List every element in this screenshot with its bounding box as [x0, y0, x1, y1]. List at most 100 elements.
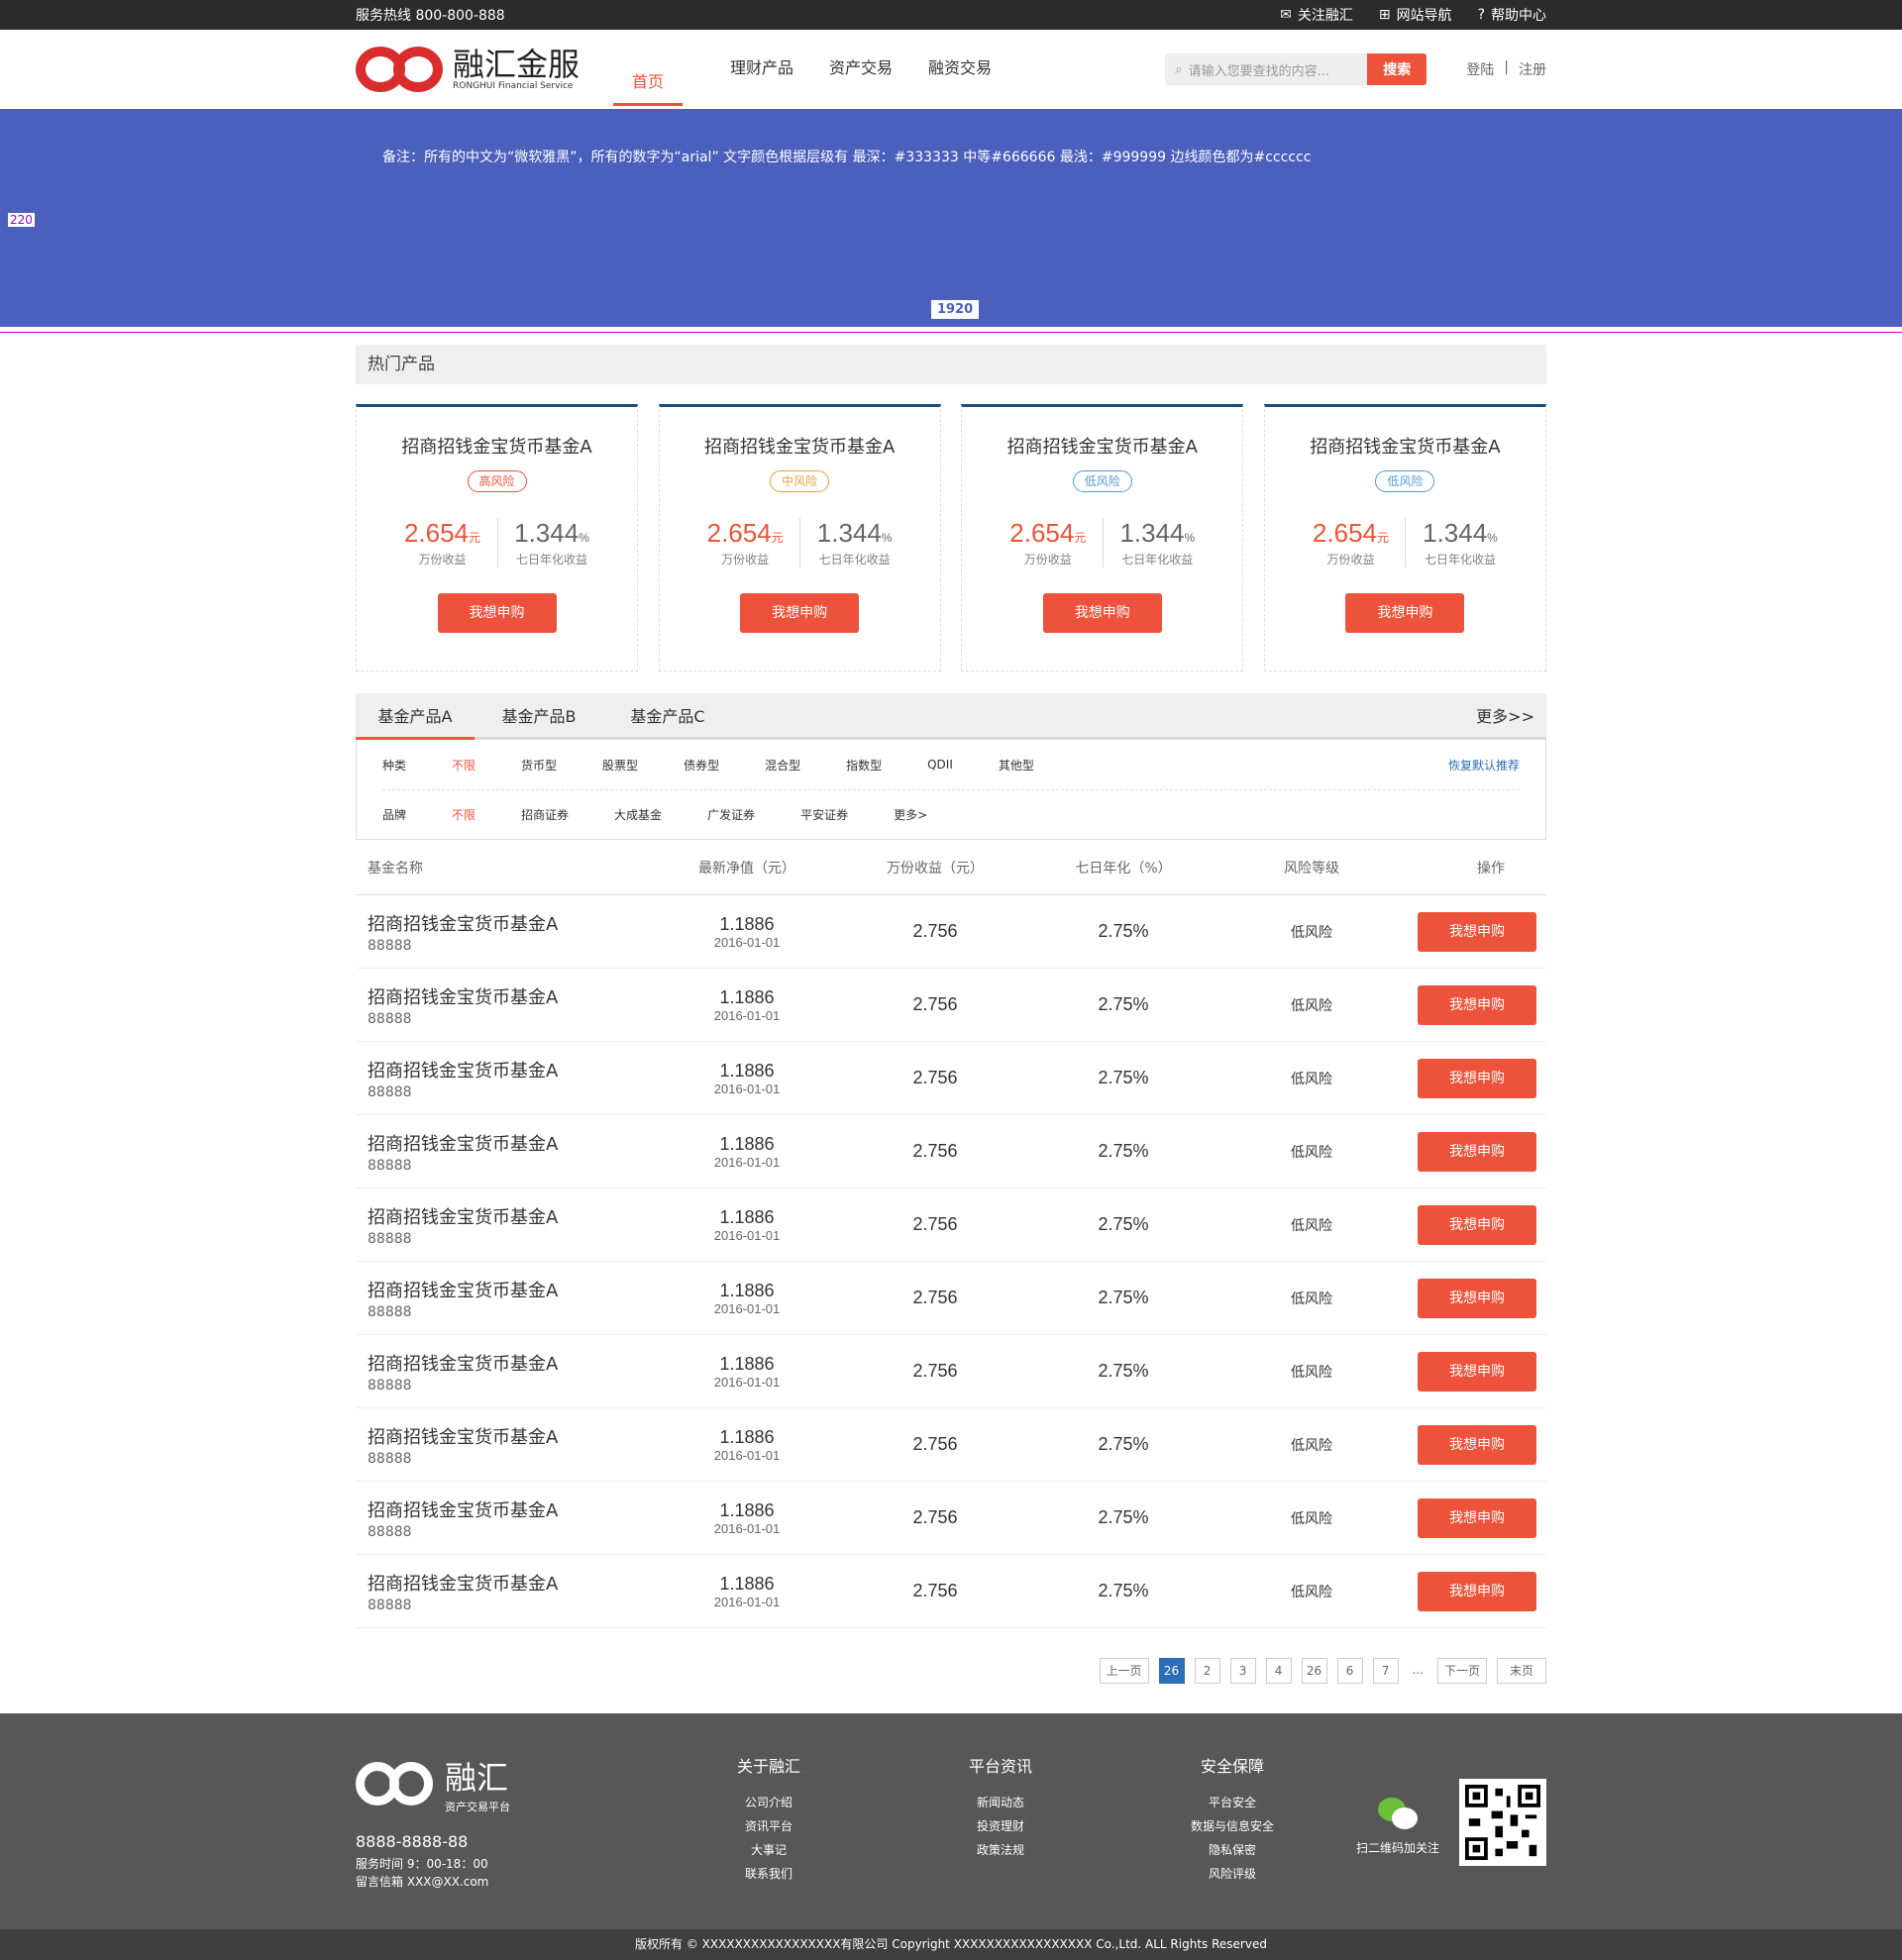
- fund-nav: 1.1886: [719, 1060, 775, 1081]
- fund-code: 88888: [368, 1157, 412, 1174]
- filter-option[interactable]: 更多>: [894, 806, 927, 823]
- fund-nav: 1.1886: [719, 1499, 775, 1520]
- fund-name[interactable]: 招商招钱金宝货币基金A: [368, 910, 653, 936]
- filter-option[interactable]: 招商证券: [521, 806, 569, 823]
- fund-name[interactable]: 招商招钱金宝货币基金A: [368, 1423, 653, 1449]
- fund-name[interactable]: 招商招钱金宝货币基金A: [368, 1130, 653, 1156]
- buy-button[interactable]: 我想申购: [740, 593, 860, 633]
- fund-name[interactable]: 招商招钱金宝货币基金A: [368, 1277, 653, 1302]
- buy-button[interactable]: 我想申购: [1418, 1131, 1536, 1172]
- follow-link[interactable]: ✉ 关注融汇: [1280, 5, 1353, 25]
- footer-link[interactable]: 风险评级: [1116, 1862, 1348, 1886]
- footer-link[interactable]: 大事记: [653, 1838, 885, 1862]
- page-number[interactable]: 26: [1158, 1658, 1185, 1684]
- footer-link[interactable]: 数据与信息安全: [1116, 1814, 1348, 1838]
- buy-button[interactable]: 我想申购: [1418, 984, 1536, 1025]
- filter-option[interactable]: 不限: [452, 757, 476, 774]
- search-button[interactable]: 搜索: [1367, 53, 1427, 85]
- fund-name[interactable]: 招商招钱金宝货币基金A: [368, 1057, 653, 1083]
- page-number[interactable]: 4: [1265, 1658, 1292, 1684]
- filter-option[interactable]: 股票型: [602, 757, 638, 774]
- buy-button[interactable]: 我想申购: [437, 593, 557, 633]
- footer-link[interactable]: 隐私保密: [1116, 1838, 1348, 1862]
- page-number[interactable]: 7: [1372, 1658, 1399, 1684]
- wechat-icon: [1377, 1798, 1418, 1833]
- filter-option[interactable]: 债券型: [684, 757, 719, 774]
- filter-option[interactable]: 不限: [452, 806, 476, 823]
- fund-risk: 低风险: [1291, 997, 1332, 1014]
- page-number[interactable]: 3: [1229, 1658, 1256, 1684]
- filter-option[interactable]: 广发证券: [707, 806, 755, 823]
- filter-option[interactable]: QDII: [927, 758, 953, 772]
- logo[interactable]: 融汇金服 RONGHUI Financial Service: [356, 45, 613, 94]
- footer-col-security: 安全保障 平台安全 数据与信息安全 隐私保密 风险评级: [1116, 1753, 1348, 1891]
- footer-link[interactable]: 平台安全: [1116, 1791, 1348, 1814]
- fund-name[interactable]: 招商招钱金宝货币基金A: [368, 1350, 653, 1376]
- last-page[interactable]: 末页: [1497, 1658, 1546, 1684]
- filter-option[interactable]: 大成基金: [614, 806, 662, 823]
- table-row: 招商招钱金宝货币基金A 88888 1.1886 2016-01-01 2.756 2.7…: [356, 1408, 1546, 1482]
- hot-cards: 招商招钱金宝货币基金A 高风险 2.654元 万份收益 1.344% 七日年化收益 …: [356, 404, 1546, 671]
- buy-button[interactable]: 我想申购: [1345, 593, 1465, 633]
- login-link[interactable]: 登陆: [1466, 59, 1494, 79]
- buy-button[interactable]: 我想申购: [1418, 1204, 1536, 1245]
- buy-button[interactable]: 我想申购: [1418, 1351, 1536, 1392]
- buy-button[interactable]: 我想申购: [1418, 1497, 1536, 1538]
- nav-financing[interactable]: 融资交易: [910, 31, 1009, 109]
- more-link[interactable]: 更多>>: [1476, 703, 1546, 727]
- card-yield: 2.654: [403, 518, 470, 548]
- filter-option[interactable]: 平安证券: [800, 806, 848, 823]
- buy-button[interactable]: 我想申购: [1418, 1058, 1536, 1098]
- page-number[interactable]: 26: [1301, 1658, 1327, 1684]
- search-input[interactable]: ⌕ 请输入您要查找的内容...: [1165, 53, 1368, 85]
- reset-link[interactable]: 恢复默认推荐: [1448, 757, 1520, 774]
- page-dots: ...: [1412, 1663, 1424, 1677]
- table-row: 招商招钱金宝货币基金A 88888 1.1886 2016-01-01 2.756 2.7…: [356, 1482, 1546, 1555]
- buy-button[interactable]: 我想申购: [1418, 1278, 1536, 1318]
- fund-name[interactable]: 招商招钱金宝货币基金A: [368, 1496, 653, 1522]
- footer-link[interactable]: 资讯平台: [653, 1814, 885, 1838]
- footer-link[interactable]: 新闻动态: [885, 1791, 1116, 1814]
- logo-icon: [356, 45, 443, 94]
- filter-option[interactable]: 货币型: [521, 757, 557, 774]
- fund-name[interactable]: 招商招钱金宝货币基金A: [368, 983, 653, 1009]
- filter-option[interactable]: 指数型: [846, 757, 882, 774]
- card-yield: 2.654: [1312, 518, 1377, 548]
- nav-products[interactable]: 理财产品: [712, 31, 811, 109]
- fund-yield: 2.756: [912, 921, 958, 941]
- fund-nav: 1.1886: [719, 913, 775, 934]
- next-page[interactable]: 下一页: [1437, 1658, 1487, 1684]
- footer-link[interactable]: 政策法规: [885, 1838, 1116, 1862]
- fund-name[interactable]: 招商招钱金宝货币基金A: [368, 1570, 653, 1596]
- tab-fund-c[interactable]: 基金产品C: [603, 703, 732, 727]
- prev-page[interactable]: 上一页: [1099, 1658, 1149, 1684]
- filter-option[interactable]: 其他型: [999, 757, 1034, 774]
- footer-link[interactable]: 公司介绍: [653, 1791, 885, 1814]
- page-number[interactable]: 2: [1194, 1658, 1220, 1684]
- help-link[interactable]: ? 帮助中心: [1478, 5, 1546, 25]
- height-mark: 220: [8, 213, 35, 227]
- table-row: 招商招钱金宝货币基金A 88888 1.1886 2016-01-01 2.756 2.7…: [356, 1188, 1546, 1262]
- tab-fund-b[interactable]: 基金产品B: [475, 703, 603, 727]
- fund-nav: 1.1886: [719, 1133, 775, 1154]
- buy-button[interactable]: 我想申购: [1418, 1571, 1536, 1611]
- risk-badge: 低风险: [1072, 470, 1132, 492]
- buy-button[interactable]: 我想申购: [1418, 1424, 1536, 1465]
- tab-fund-a[interactable]: 基金产品A: [356, 693, 475, 740]
- register-link[interactable]: 注册: [1519, 59, 1546, 79]
- footer-link[interactable]: 投资理财: [885, 1814, 1116, 1838]
- buy-button[interactable]: 我想申购: [1418, 911, 1536, 952]
- footer-link[interactable]: 联系我们: [653, 1862, 885, 1886]
- footer: 融汇 资产交易平台 8888-8888-88 服务时间 9：00-18：00 留言…: [0, 1713, 1902, 1929]
- fund-nav: 1.1886: [719, 1573, 775, 1594]
- th-name: 基金名称: [368, 860, 423, 877]
- footer-logo: 融汇 资产交易平台: [356, 1753, 653, 1814]
- fund-name[interactable]: 招商招钱金宝货币基金A: [368, 1203, 653, 1229]
- buy-button[interactable]: 我想申购: [1042, 593, 1162, 633]
- nav-assets[interactable]: 资产交易: [811, 31, 910, 109]
- sitemap-link[interactable]: ⊞ 网站导航: [1379, 5, 1452, 25]
- page-number[interactable]: 6: [1336, 1658, 1363, 1684]
- filter-option[interactable]: 混合型: [765, 757, 800, 774]
- nav-home[interactable]: 首页: [613, 58, 683, 106]
- banner: 备注：所有的中文为“微软雅黑”，所有的数字为“arial” 文字颜色根据层级有 …: [0, 109, 1902, 327]
